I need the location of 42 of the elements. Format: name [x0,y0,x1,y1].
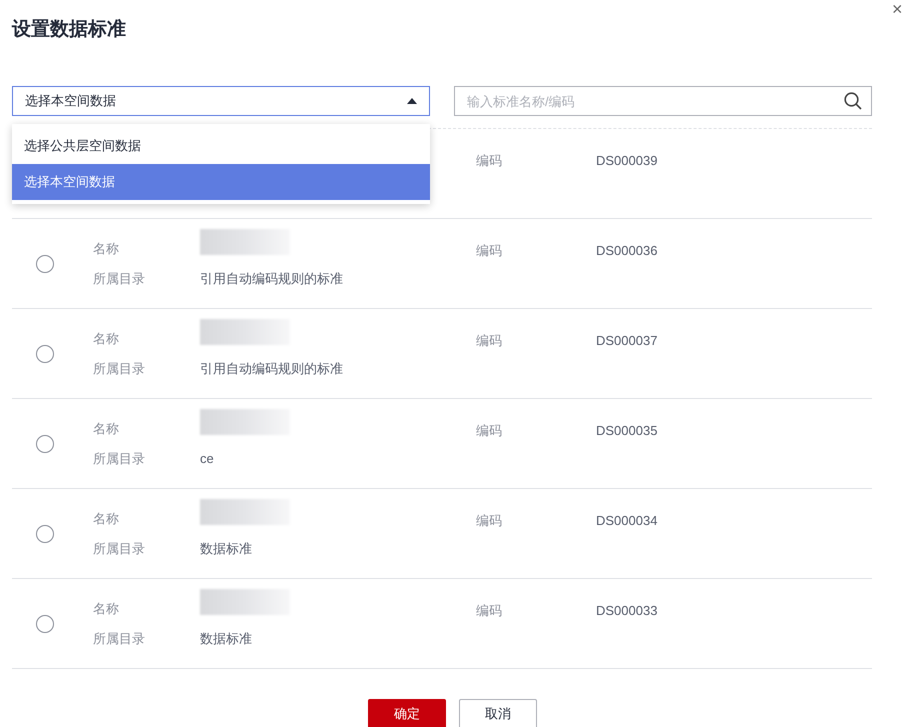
directory-value: 引用自动编码规则的标准 [200,360,343,378]
radio-button[interactable] [36,434,54,452]
space-select[interactable]: 选择本空间数据 [12,86,430,116]
directory-value: 引用自动编码规则的标准 [200,270,343,288]
field-label: 编码 [476,512,503,530]
field-label: 编码 [476,242,503,260]
field-label: 名称 [93,510,120,528]
search-field[interactable]: 输入标准名称/编码 [454,86,872,116]
field-label: 名称 [93,330,120,348]
field-label: 所属目录 [93,540,146,558]
caret-icon [407,98,417,104]
directory-value: 数据标准 [200,540,252,558]
code-value: DS000039 [596,152,658,170]
field-label: 名称 [93,600,120,618]
dropdown-option[interactable]: 选择公共层空间数据 [12,128,430,164]
field-label: 编码 [476,332,503,350]
code-value: DS000033 [596,602,658,620]
close-icon[interactable]: × [892,0,903,18]
directory-value: ce [200,450,214,468]
field-label: 所属目录 [93,450,146,468]
radio-button[interactable] [36,344,54,362]
code-value: DS000036 [596,242,658,260]
field-label: 名称 [93,420,120,438]
code-value: DS000037 [596,332,658,350]
confirm-button[interactable]: 确定 [368,699,446,727]
field-label: 编码 [476,152,503,170]
cancel-button[interactable]: 取消 [459,699,537,727]
field-label: 名称 [93,240,120,258]
radio-button[interactable] [36,524,54,542]
radio-button[interactable] [36,254,54,272]
field-label: 所属目录 [93,630,146,648]
code-value: DS000034 [596,512,658,530]
field-label: 编码 [476,422,503,440]
search-icon[interactable] [844,92,862,110]
directory-value: 数据标准 [200,630,252,648]
radio-button[interactable] [36,614,54,632]
code-value: DS000035 [596,422,658,440]
field-label: 所属目录 [93,270,146,288]
dropdown-option[interactable]: 选择本空间数据 [12,164,430,200]
field-label: 所属目录 [93,360,146,378]
dialog-title: 设置数据标准 [12,18,126,42]
field-label: 编码 [476,602,503,620]
